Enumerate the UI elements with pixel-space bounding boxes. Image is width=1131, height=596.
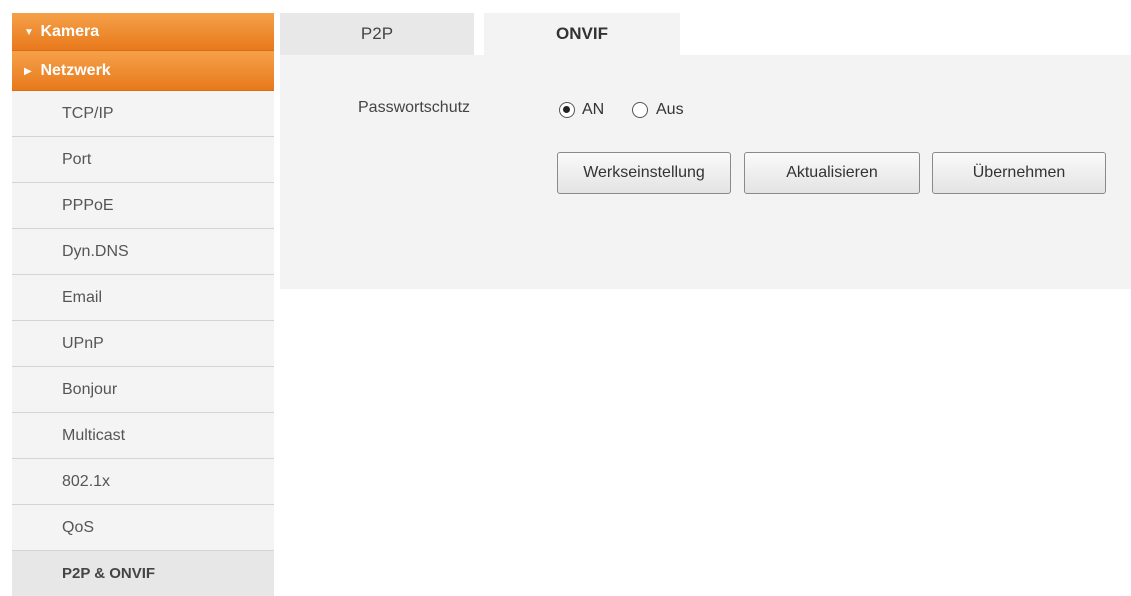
caret-right-icon: ▶ (24, 66, 32, 77)
password-on-label[interactable]: AN (582, 101, 604, 119)
sidebar-item-tcpip[interactable]: TCP/IP (12, 91, 274, 137)
sidebar-item-multicast[interactable]: Multicast (12, 413, 274, 459)
sidebar-item-upnp[interactable]: UPnP (12, 321, 274, 367)
sidebar-item-pppoe[interactable]: PPPoE (12, 183, 274, 229)
sidebar-item-bonjour[interactable]: Bonjour (12, 367, 274, 413)
sidebar-section-label: Netzwerk (40, 62, 111, 79)
refresh-button[interactable]: Aktualisieren (744, 152, 920, 194)
sidebar-section-label: Kamera (40, 23, 100, 40)
password-protection-label: Passwortschutz (358, 99, 471, 116)
password-off-radio[interactable] (632, 102, 648, 118)
sidebar-section-camera[interactable]: ▼ Kamera (12, 13, 274, 51)
apply-button[interactable]: Übernehmen (932, 152, 1106, 194)
sidebar-item-dyndns[interactable]: Dyn.DNS (12, 229, 274, 275)
password-on-radio[interactable] (559, 102, 575, 118)
sidebar-item-email[interactable]: Email (12, 275, 274, 321)
sidebar-item-p2p-onvif[interactable]: P2P & ONVIF (12, 551, 274, 596)
sidebar-item-qos[interactable]: QoS (12, 505, 274, 551)
sidebar-item-8021x[interactable]: 802.1x (12, 459, 274, 505)
sidebar-item-port[interactable]: Port (12, 137, 274, 183)
password-off-label[interactable]: Aus (656, 101, 684, 119)
tab-p2p[interactable]: P2P (280, 13, 474, 55)
tab-onvif[interactable]: ONVIF (484, 13, 680, 55)
sidebar-section-network[interactable]: ▶ Netzwerk (12, 51, 274, 91)
sidebar-nav: ▼ Kamera ▶ Netzwerk TCP/IP Port PPPoE Dy… (12, 13, 274, 596)
caret-down-icon: ▼ (24, 27, 34, 38)
factory-default-button[interactable]: Werkseinstellung (557, 152, 731, 194)
